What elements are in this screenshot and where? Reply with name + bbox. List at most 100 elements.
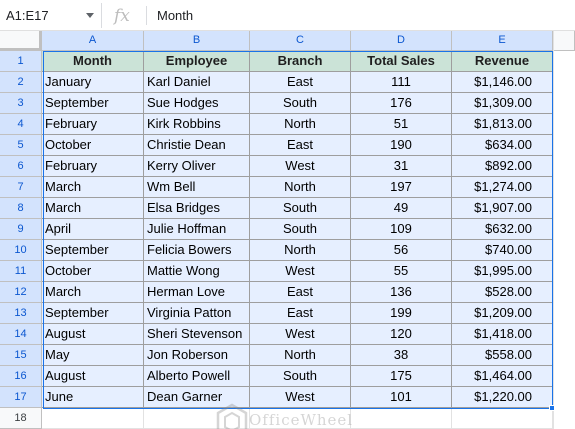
row-header-17[interactable]: 17 bbox=[0, 387, 42, 408]
cell-a11[interactable]: October bbox=[42, 261, 144, 282]
cell-c13[interactable]: East bbox=[250, 303, 351, 324]
header-cell-a[interactable]: Month bbox=[42, 51, 144, 72]
row-header-15[interactable]: 15 bbox=[0, 345, 42, 366]
cell-d2[interactable]: 111 bbox=[351, 72, 452, 93]
header-cell-d[interactable]: Total Sales bbox=[351, 51, 452, 72]
cell-d4[interactable]: 51 bbox=[351, 114, 452, 135]
cell-e4[interactable]: $1,813.00 bbox=[452, 114, 553, 135]
cell-c6[interactable]: West bbox=[250, 156, 351, 177]
cell-a6[interactable]: February bbox=[42, 156, 144, 177]
cell-b3[interactable]: Sue Hodges bbox=[144, 93, 250, 114]
cell-e5[interactable]: $634.00 bbox=[452, 135, 553, 156]
cell-e15[interactable]: $558.00 bbox=[452, 345, 553, 366]
cell-b7[interactable]: Wm Bell bbox=[144, 177, 250, 198]
row-header-2[interactable]: 2 bbox=[0, 72, 42, 93]
cell-c3[interactable]: South bbox=[250, 93, 351, 114]
cell-a8[interactable]: March bbox=[42, 198, 144, 219]
cell-b14[interactable]: Sheri Stevenson bbox=[144, 324, 250, 345]
cell-a7[interactable]: March bbox=[42, 177, 144, 198]
cell-d8[interactable]: 49 bbox=[351, 198, 452, 219]
cell-d17[interactable]: 101 bbox=[351, 387, 452, 408]
cell-b15[interactable]: Jon Roberson bbox=[144, 345, 250, 366]
cell-c15[interactable]: North bbox=[250, 345, 351, 366]
header-cell-c[interactable]: Branch bbox=[250, 51, 351, 72]
cell-d3[interactable]: 176 bbox=[351, 93, 452, 114]
cell-c18[interactable] bbox=[250, 408, 351, 429]
cell-e17[interactable]: $1,220.00 bbox=[452, 387, 553, 408]
cell-e3[interactable]: $1,309.00 bbox=[452, 93, 553, 114]
cell-c7[interactable]: North bbox=[250, 177, 351, 198]
cell-b6[interactable]: Kerry Oliver bbox=[144, 156, 250, 177]
cell-c12[interactable]: East bbox=[250, 282, 351, 303]
row-header-3[interactable]: 3 bbox=[0, 93, 42, 114]
cell-c16[interactable]: South bbox=[250, 366, 351, 387]
cell-d15[interactable]: 38 bbox=[351, 345, 452, 366]
cell-c2[interactable]: East bbox=[250, 72, 351, 93]
cell-b4[interactable]: Kirk Robbins bbox=[144, 114, 250, 135]
cell-c5[interactable]: East bbox=[250, 135, 351, 156]
cell-e2[interactable]: $1,146.00 bbox=[452, 72, 553, 93]
cell-e18[interactable] bbox=[452, 408, 553, 429]
cell-d16[interactable]: 175 bbox=[351, 366, 452, 387]
row-header-16[interactable]: 16 bbox=[0, 366, 42, 387]
row-header-18[interactable]: 18 bbox=[0, 408, 42, 429]
column-header-b[interactable]: B bbox=[144, 31, 250, 51]
cell-a13[interactable]: September bbox=[42, 303, 144, 324]
cell-d13[interactable]: 199 bbox=[351, 303, 452, 324]
cell-e11[interactable]: $1,995.00 bbox=[452, 261, 553, 282]
cell-d6[interactable]: 31 bbox=[351, 156, 452, 177]
cell-d11[interactable]: 55 bbox=[351, 261, 452, 282]
cell-b17[interactable]: Dean Garner bbox=[144, 387, 250, 408]
row-header-9[interactable]: 9 bbox=[0, 219, 42, 240]
spreadsheet-grid[interactable]: ABCDE 1 2 3 4 5 6 7 8 9 10 11 12 13 14 15 16 17 18 Month E… bbox=[0, 31, 575, 429]
row-header-14[interactable]: 14 bbox=[0, 324, 42, 345]
cell-d7[interactable]: 197 bbox=[351, 177, 452, 198]
select-all-corner[interactable] bbox=[0, 31, 42, 51]
cell-a5[interactable]: October bbox=[42, 135, 144, 156]
cell-a2[interactable]: January bbox=[42, 72, 144, 93]
cell-d9[interactable]: 109 bbox=[351, 219, 452, 240]
column-header-d[interactable]: D bbox=[351, 31, 452, 51]
cell-a17[interactable]: June bbox=[42, 387, 144, 408]
cell-c17[interactable]: West bbox=[250, 387, 351, 408]
formula-input[interactable]: Month bbox=[157, 8, 193, 23]
cell-a18[interactable] bbox=[42, 408, 144, 429]
cell-c4[interactable]: North bbox=[250, 114, 351, 135]
cell-d18[interactable] bbox=[351, 408, 452, 429]
cell-a14[interactable]: August bbox=[42, 324, 144, 345]
name-box[interactable]: A1:E17 bbox=[0, 3, 102, 28]
cell-d14[interactable]: 120 bbox=[351, 324, 452, 345]
chevron-down-icon[interactable] bbox=[86, 13, 94, 18]
cell-e6[interactable]: $892.00 bbox=[452, 156, 553, 177]
row-header-13[interactable]: 13 bbox=[0, 303, 42, 324]
cell-b16[interactable]: Alberto Powell bbox=[144, 366, 250, 387]
cell-c14[interactable]: West bbox=[250, 324, 351, 345]
cell-a15[interactable]: May bbox=[42, 345, 144, 366]
row-header-8[interactable]: 8 bbox=[0, 198, 42, 219]
cell-c8[interactable]: South bbox=[250, 198, 351, 219]
cell-b5[interactable]: Christie Dean bbox=[144, 135, 250, 156]
cell-d10[interactable]: 56 bbox=[351, 240, 452, 261]
row-header-6[interactable]: 6 bbox=[0, 156, 42, 177]
row-header-12[interactable]: 12 bbox=[0, 282, 42, 303]
cell-c11[interactable]: West bbox=[250, 261, 351, 282]
cell-d12[interactable]: 136 bbox=[351, 282, 452, 303]
cell-e9[interactable]: $632.00 bbox=[452, 219, 553, 240]
cell-c10[interactable]: North bbox=[250, 240, 351, 261]
row-header-1[interactable]: 1 bbox=[0, 51, 42, 72]
fill-handle[interactable] bbox=[549, 405, 555, 411]
cell-a9[interactable]: April bbox=[42, 219, 144, 240]
row-header-4[interactable]: 4 bbox=[0, 114, 42, 135]
cell-e10[interactable]: $740.00 bbox=[452, 240, 553, 261]
cell-e12[interactable]: $528.00 bbox=[452, 282, 553, 303]
cell-e16[interactable]: $1,464.00 bbox=[452, 366, 553, 387]
header-cell-e[interactable]: Revenue bbox=[452, 51, 553, 72]
cell-c9[interactable]: South bbox=[250, 219, 351, 240]
row-header-11[interactable]: 11 bbox=[0, 261, 42, 282]
column-header-f[interactable] bbox=[553, 31, 575, 51]
cell-a16[interactable]: August bbox=[42, 366, 144, 387]
cell-b8[interactable]: Elsa Bridges bbox=[144, 198, 250, 219]
cell-e7[interactable]: $1,274.00 bbox=[452, 177, 553, 198]
column-header-a[interactable]: A bbox=[42, 31, 144, 51]
cell-e8[interactable]: $1,907.00 bbox=[452, 198, 553, 219]
